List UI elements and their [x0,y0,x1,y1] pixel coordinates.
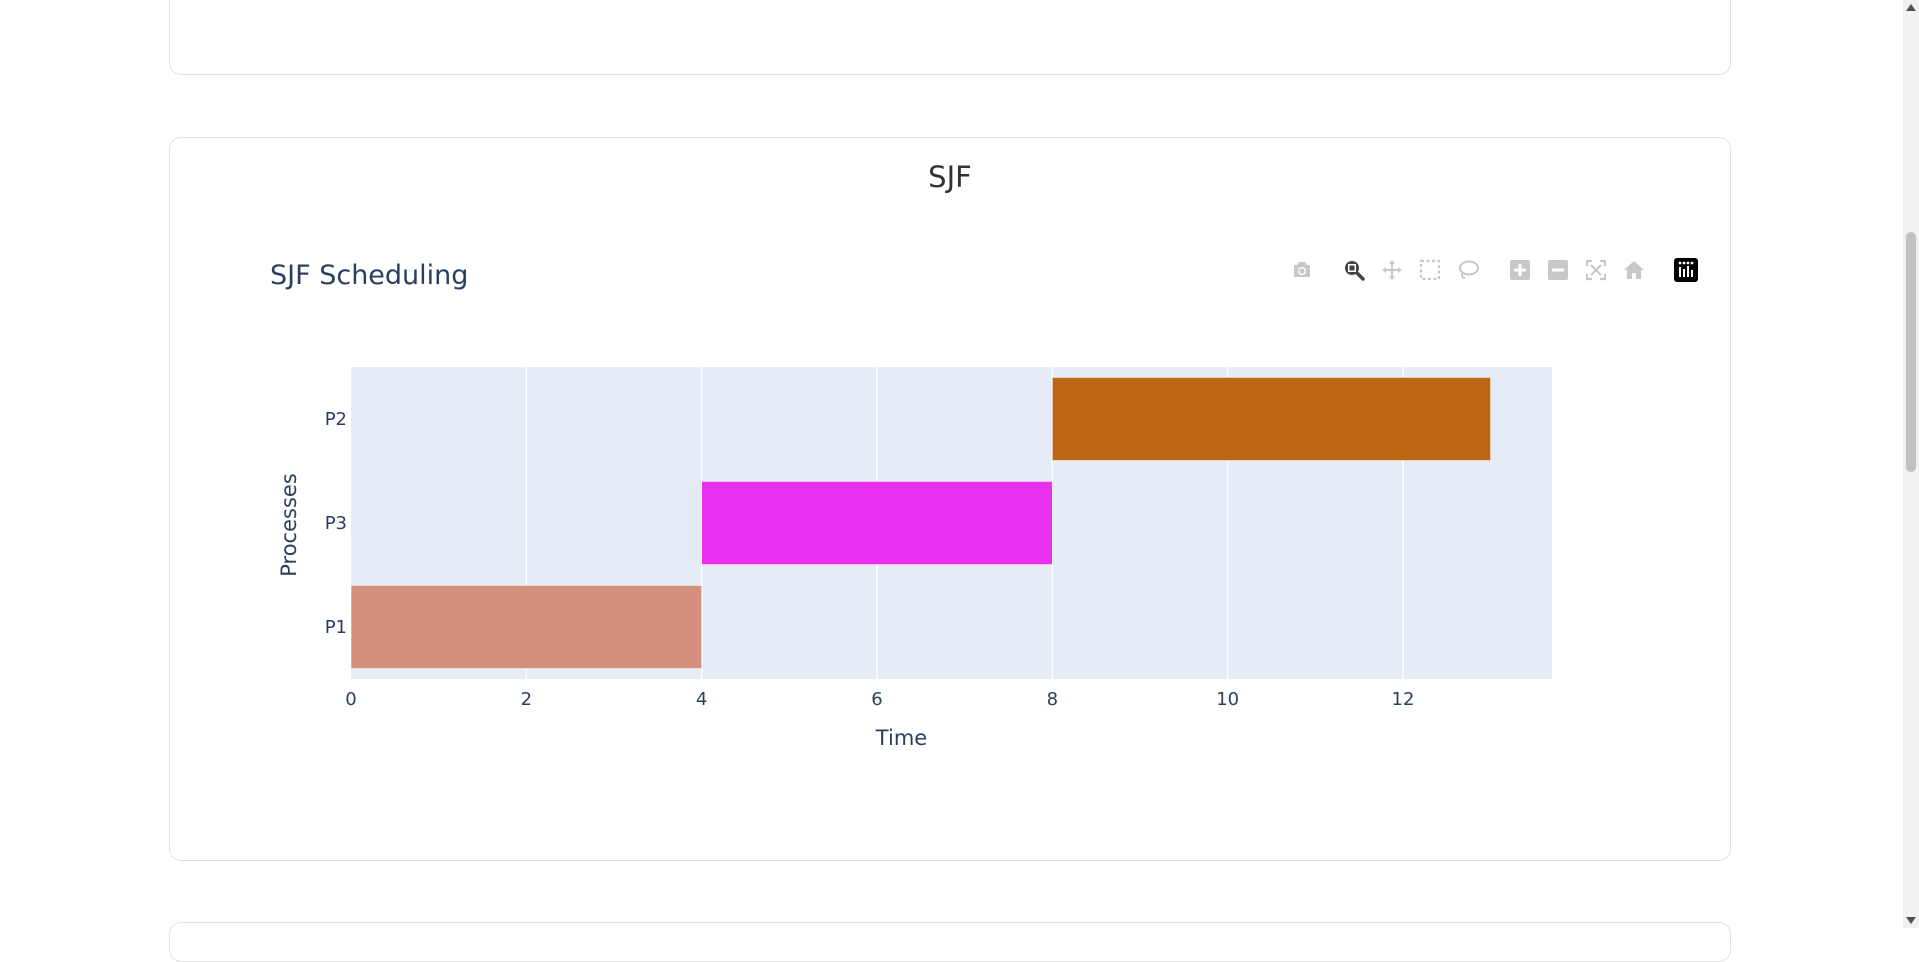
gantt-bar-p1[interactable] [350,585,702,669]
y-axis-title: Processes [277,473,301,577]
x-tick-label: 12 [1392,689,1415,710]
x-axis-title: Time [875,726,927,750]
page-scrollbar[interactable] [1903,0,1919,928]
x-tick-label: 2 [521,689,532,710]
gantt-bar-p2[interactable] [1052,377,1491,461]
scroll-thumb[interactable] [1906,232,1916,472]
y-tick-label: P3 [325,513,347,534]
gantt-bar-p3[interactable] [701,481,1053,565]
scroll-up-arrow-icon[interactable] [1906,4,1916,11]
y-tick-labels: P1 P3 P2 [325,409,347,638]
x-tick-labels: 0 2 4 6 8 10 12 [345,689,1414,710]
y-tick-label: P1 [325,617,347,638]
x-tick-label: 4 [696,689,707,710]
x-tick-label: 0 [345,689,356,710]
x-tick-label: 6 [871,689,882,710]
y-tick-label: P2 [325,409,347,430]
gantt-chart: 0 2 4 6 8 10 12 P1 P3 P2 Time Processes [277,367,1552,750]
scroll-down-arrow-icon[interactable] [1906,917,1916,924]
x-tick-label: 10 [1216,689,1239,710]
next-card [169,922,1731,962]
x-tick-label: 8 [1047,689,1058,710]
